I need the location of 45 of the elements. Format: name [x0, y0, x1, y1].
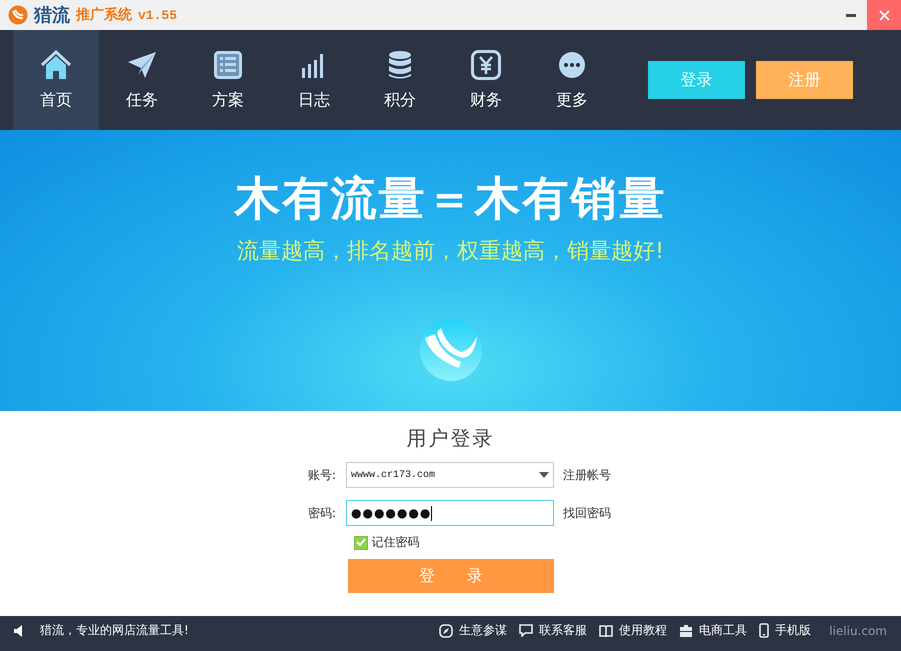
login-title: 用户登录 [406, 425, 494, 452]
password-field[interactable]: ●●●●●●● [346, 500, 554, 526]
home-icon [40, 50, 72, 80]
app-name: 猎流 [34, 4, 70, 27]
banner-headline: 木有流量＝木有销量 [234, 170, 666, 227]
status-link[interactable]: 手机版 [759, 622, 812, 639]
remember-label: 记住密码 [372, 534, 420, 551]
nav-tab[interactable]: 日志 [271, 30, 357, 130]
more-icon [558, 50, 586, 80]
remember-checkbox[interactable] [354, 536, 368, 550]
book-icon [599, 624, 614, 636]
account-dropdown[interactable]: wwww.cr173.com [346, 462, 554, 488]
nav-tab[interactable]: 方案 [185, 30, 271, 130]
site-label: lieliu.com [829, 624, 887, 638]
status-link[interactable]: 电商工具 [679, 622, 748, 639]
account-label: 账号: [308, 466, 338, 484]
coin-stack-icon [388, 50, 412, 80]
close-icon [878, 10, 890, 20]
nav-tab[interactable]: 任务 [99, 30, 185, 130]
compass-icon [439, 624, 454, 638]
app-subtitle: 推广系统 [76, 6, 132, 24]
nav-tab[interactable]: 更多 [529, 30, 615, 130]
register-account-link[interactable]: 注册帐号 [563, 466, 611, 484]
minimize-icon [846, 14, 856, 16]
password-label: 密码: [308, 504, 338, 522]
status-message: 猎流，专业的网店流量工具! [40, 622, 189, 639]
chat-bubble-icon [519, 624, 534, 637]
table-icon [214, 50, 242, 80]
status-link[interactable]: 生意参谋 [439, 622, 508, 639]
dropdown-caret-icon [539, 472, 549, 478]
logo-icon [8, 5, 28, 25]
nav-tab[interactable]: 首页 [13, 30, 99, 130]
banner-tagline: 流量越高，排名越前，权重越高，销量越好! [237, 238, 664, 266]
yen-icon [471, 50, 501, 80]
logo-emblem-icon [418, 318, 482, 382]
nav-tab[interactable]: 积分 [357, 30, 443, 130]
paper-plane-icon [127, 50, 157, 80]
status-link[interactable]: 使用教程 [599, 622, 668, 639]
field-value: wwww.cr173.com [351, 470, 436, 480]
toolbox-icon [679, 624, 694, 636]
status-link[interactable]: 联系客服 [519, 622, 588, 639]
recover-password-link[interactable]: 找回密码 [563, 504, 611, 522]
nav-tab[interactable]: 财务 [443, 30, 529, 130]
phone-icon [759, 623, 770, 638]
version-label: v1.55 [138, 8, 178, 22]
